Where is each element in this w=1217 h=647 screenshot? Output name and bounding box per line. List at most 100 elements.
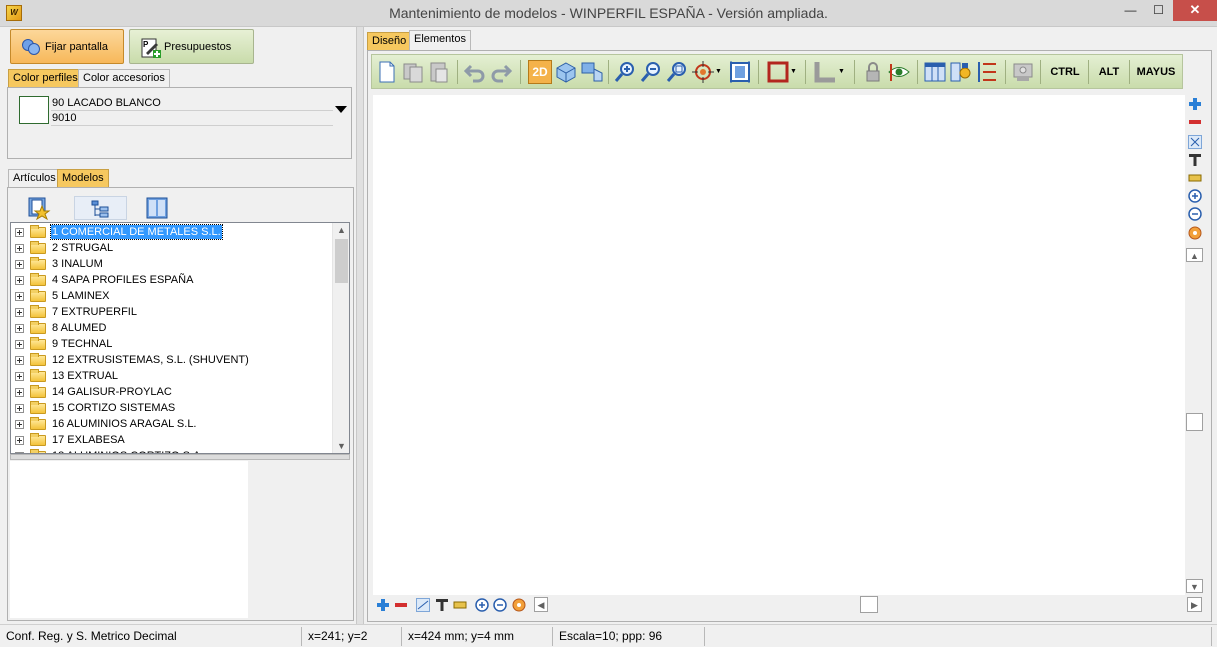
expand-icon[interactable] [15,260,24,269]
expand-icon[interactable] [15,372,24,381]
tree-item-label[interactable]: 15 CORTIZO SISTEMAS [51,401,176,415]
canvas-scroll-left-icon[interactable]: ◀ [534,597,548,612]
close-button[interactable]: ✕ [1173,0,1217,21]
canvas-vscroll-thumb[interactable] [1186,413,1203,431]
fit-view-icon[interactable] [728,60,752,84]
color-swatch[interactable] [19,96,49,124]
expand-icon[interactable] [15,356,24,365]
expand-icon[interactable] [15,436,24,445]
tree-row[interactable]: 16 ALUMINIOS ARAGAL S.L. [11,416,333,432]
frame-dropdown-arrow-icon[interactable]: ▼ [790,60,800,84]
favorite-model-icon[interactable] [27,196,51,221]
tree-item-label[interactable]: 16 ALUMINIOS ARAGAL S.L. [51,417,198,431]
tree-row[interactable]: 17 EXLABESA [11,432,333,448]
ruler-icon[interactable] [1188,171,1202,185]
add-icon[interactable] [1188,97,1202,111]
expand-icon[interactable] [15,276,24,285]
tree-item-label[interactable]: 9 TECHNAL [51,337,113,351]
tree-row[interactable]: 7 EXTRUPERFIL [11,304,333,320]
tab-elementos[interactable]: Elementos [409,30,471,50]
tree-row[interactable]: 14 GALISUR-PROYLAC [11,384,333,400]
center-target-icon[interactable] [1188,226,1202,240]
tree-item-label[interactable]: 4 SAPA PROFILES ESPAÑA [51,273,194,287]
pane-splitter[interactable] [356,27,364,624]
zoom-out-icon[interactable] [639,60,663,84]
bottom-zoom-minus-icon[interactable] [493,598,507,612]
presupuestos-button[interactable]: P Presupuestos [129,29,254,64]
tree-row[interactable]: 3 INALUM [11,256,333,272]
tree-scroll-thumb[interactable] [335,239,348,283]
tree-row[interactable]: 5 LAMINEX [11,288,333,304]
tree-item-label[interactable]: 17 EXLABESA [51,433,126,447]
expand-icon[interactable] [15,340,24,349]
scroll-up-icon[interactable]: ▲ [333,223,349,237]
bottom-screw-icon[interactable] [435,598,449,612]
canvas-vertical-scrollbar[interactable]: ▲ ▼ [1186,248,1203,593]
zoom-minus-icon[interactable] [1188,207,1202,221]
window-layout-icon[interactable] [923,60,947,84]
frame-color-icon[interactable] [766,60,790,84]
paste-icon[interactable] [427,60,451,84]
tree-resize-grip[interactable] [10,454,350,460]
accessories-icon[interactable] [949,60,973,84]
bottom-add-icon[interactable] [376,598,390,612]
expand-icon[interactable] [15,228,24,237]
bottom-zoom-plus-icon[interactable] [475,598,489,612]
color-name-field[interactable]: 90 LACADO BLANCO [51,96,333,111]
tree-row[interactable]: 15 CORTIZO SISTEMAS [11,400,333,416]
bottom-remove-icon[interactable] [394,598,408,612]
expand-icon[interactable] [15,244,24,253]
tree-item-label[interactable]: 13 EXTRUAL [51,369,119,383]
fijar-pantalla-button[interactable]: Fijar pantalla [10,29,124,64]
tree-row[interactable]: 4 SAPA PROFILES ESPAÑA [11,272,333,288]
tree-row[interactable]: 13 EXTRUAL [11,368,333,384]
expand-icon[interactable] [15,324,24,333]
measure-icon[interactable] [1188,135,1202,149]
undo-icon[interactable] [463,60,487,84]
view-3d-icon[interactable] [554,60,578,84]
tree-scrollbar[interactable]: ▲ ▼ [332,223,349,453]
target-dropdown-arrow-icon[interactable]: ▼ [715,60,725,84]
view-2d-3d-icon[interactable] [580,60,604,84]
ctrl-key-button[interactable]: CTRL [1044,60,1086,84]
expand-icon[interactable] [15,420,24,429]
visibility-eye-icon[interactable] [887,60,911,84]
machining-icon[interactable] [1011,60,1035,84]
tree-item-label[interactable]: 8 ALUMED [51,321,107,335]
design-canvas[interactable] [373,95,1185,595]
tab-color-perfiles[interactable]: Color perfiles [8,69,83,87]
bottom-ruler-icon[interactable] [453,598,467,612]
expand-icon[interactable] [15,388,24,397]
color-dropdown-arrow-icon[interactable] [335,106,347,113]
view-2d-button[interactable]: 2D [528,60,552,84]
canvas-horizontal-scrollbar[interactable]: ◀ ▶ [534,596,1204,613]
new-document-icon[interactable] [375,60,399,84]
zoom-in-icon[interactable] [613,60,637,84]
zoom-plus-icon[interactable] [1188,189,1202,203]
tree-item-label[interactable]: 12 EXTRUSISTEMAS, S.L. (SHUVENT) [51,353,250,367]
tree-row[interactable]: 9 TECHNAL [11,336,333,352]
tab-diseno[interactable]: Diseño [367,32,412,50]
alt-key-button[interactable]: ALT [1091,60,1127,84]
copy-icon[interactable] [401,60,425,84]
tree-item-label[interactable]: 7 EXTRUPERFIL [51,305,138,319]
bottom-center-target-icon[interactable] [512,598,526,612]
remove-icon[interactable] [1188,115,1202,129]
expand-icon[interactable] [15,404,24,413]
color-code-field[interactable]: 9010 [51,111,333,126]
tree-row[interactable]: 12 EXTRUSISTEMAS, S.L. (SHUVENT) [11,352,333,368]
tree-item-label[interactable]: 2 STRUGAL [51,241,114,255]
profile-angle-icon[interactable] [813,60,837,84]
dimensions-icon[interactable] [975,60,999,84]
tree-view-button[interactable] [74,196,127,220]
target-center-icon[interactable] [691,60,715,84]
maximize-button[interactable]: ☐ [1145,0,1172,21]
tab-articulos[interactable]: Artículos [8,169,61,187]
tree-item-label[interactable]: 3 INALUM [51,257,104,271]
minimize-button[interactable]: — [1117,0,1144,21]
tab-color-accesorios[interactable]: Color accesorios [78,69,170,87]
redo-icon[interactable] [489,60,513,84]
profile-dropdown-arrow-icon[interactable]: ▼ [838,60,848,84]
canvas-scroll-down-icon[interactable]: ▼ [1186,579,1203,593]
lock-icon[interactable] [861,60,885,84]
